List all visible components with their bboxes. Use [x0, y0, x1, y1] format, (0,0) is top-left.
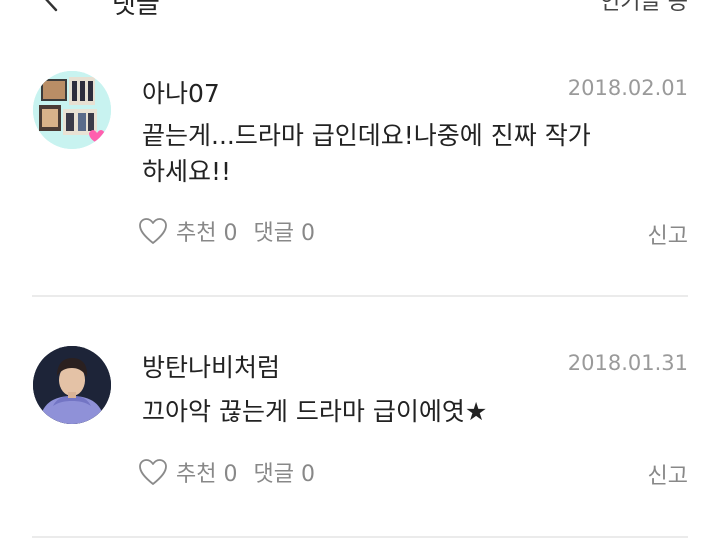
comment-text-line: 끝는게...드라마 급인데요!나중에 진짜 작가	[142, 121, 591, 150]
header-right-action[interactable]: 인기글 등	[600, 0, 688, 16]
comment-author[interactable]: 아나07	[142, 74, 220, 110]
heart-icon[interactable]	[138, 458, 168, 486]
like-count-button[interactable]: 추천 0	[176, 456, 237, 488]
comment-text-line: 끄아악 끊는게 드라마 급이에엿★	[142, 397, 488, 426]
reply-count-button[interactable]: 댓글 0	[253, 456, 314, 488]
reply-count-button[interactable]: 댓글 0	[253, 215, 314, 247]
collage-avatar-icon[interactable]	[33, 71, 111, 149]
comment-actions: 추천 0 댓글 0	[138, 455, 315, 489]
top-bar: 댓글 인기글 등	[0, 0, 720, 20]
report-button[interactable]: 신고	[648, 458, 688, 490]
divider	[32, 536, 688, 538]
comment-text: 끝는게...드라마 급인데요!나중에 진짜 작가 하세요!!	[142, 118, 642, 190]
like-count-button[interactable]: 추천 0	[176, 215, 237, 247]
chevron-left-icon[interactable]	[36, 0, 66, 12]
comment-actions: 추천 0 댓글 0	[138, 214, 315, 248]
comment-text: 끄아악 끊는게 드라마 급이에엿★	[142, 394, 642, 430]
page-title: 댓글	[112, 0, 160, 20]
heart-icon[interactable]	[138, 217, 168, 245]
comment-author[interactable]: 방탄나비처럼	[142, 348, 280, 384]
person-avatar-icon[interactable]	[33, 346, 111, 424]
divider	[32, 295, 688, 297]
comment-date: 2018.02.01	[567, 76, 688, 100]
comment-date: 2018.01.31	[567, 351, 688, 375]
report-button[interactable]: 신고	[648, 218, 688, 250]
comment-text-line: 하세요!!	[142, 157, 232, 186]
